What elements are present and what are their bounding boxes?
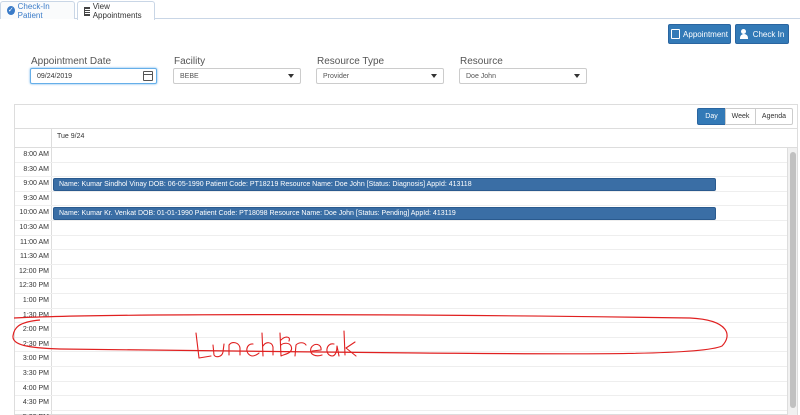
time-slot-row[interactable]: 3:30 PM — [15, 367, 787, 382]
time-slot-row[interactable]: 12:00 PM — [15, 264, 787, 280]
time-gutter-header — [15, 129, 52, 147]
time-label: 8:30 AM — [15, 162, 52, 177]
calendar-check-icon — [671, 29, 681, 39]
resource-label: Resource — [460, 56, 503, 67]
appointment-date-label: Appointment Date — [31, 56, 112, 67]
time-slot-row[interactable]: 3:00 PM — [15, 352, 787, 367]
time-label: 12:30 PM — [15, 279, 52, 293]
time-label: 4:00 PM — [15, 381, 52, 396]
facility-value: BEBE — [180, 72, 199, 80]
time-label: 10:30 AM — [15, 221, 52, 235]
time-label: 10:00 AM — [15, 206, 52, 220]
appointment-event[interactable]: Name: Kumar Kr. Venkat DOB: 01-01-1990 P… — [53, 207, 716, 221]
time-slot-row[interactable]: 10:30 AM — [15, 221, 787, 236]
facility-label: Facility — [174, 56, 206, 67]
view-switcher: Day Week Agenda — [697, 108, 793, 125]
time-label: 9:30 AM — [15, 191, 52, 206]
view-week-button[interactable]: Week — [725, 108, 756, 125]
calendar-toolbar: Day Week Agenda — [15, 105, 797, 129]
calendar: Day Week Agenda Tue 9/24 8:00 AM 8:30 AM 9… — [14, 104, 798, 415]
time-label: 2:00 PM — [15, 323, 52, 337]
chevron-down-icon — [288, 74, 294, 78]
time-slot-row[interactable]: 11:30 AM — [15, 250, 787, 265]
day-label: Tue 9/24 — [57, 133, 85, 140]
time-label: 12:00 PM — [15, 264, 52, 279]
time-label: 1:30 PM — [15, 308, 52, 323]
time-label: 5:00 PM — [15, 410, 52, 415]
time-slot-row[interactable]: 1:30 PM — [15, 308, 787, 324]
time-label: 11:30 AM — [15, 250, 52, 264]
tab-label: View Appointments — [92, 2, 142, 20]
time-slot-row[interactable]: 9:30 AM — [15, 191, 787, 207]
time-slot-row[interactable]: 11:00 AM — [15, 235, 787, 251]
facility-select[interactable]: BEBE — [173, 68, 301, 84]
time-label: 11:00 AM — [15, 235, 52, 250]
time-grid: 8:00 AM 8:30 AM 9:00 AM 9:30 AM 10:00 AM 10:3… — [15, 148, 797, 415]
view-day-button[interactable]: Day — [697, 108, 726, 125]
button-label: Appointment — [683, 29, 728, 39]
resource-value: Doe John — [466, 72, 496, 80]
time-slot-row[interactable]: 1:00 PM — [15, 294, 787, 309]
time-label: 3:30 PM — [15, 367, 52, 381]
time-slot-row[interactable]: 5:00 PM — [15, 410, 787, 415]
calendar-icon[interactable] — [143, 71, 153, 81]
time-label: 2:30 PM — [15, 337, 52, 352]
time-slot-row[interactable]: 8:30 AM — [15, 162, 787, 178]
time-label: 1:00 PM — [15, 294, 52, 308]
tab-label: Check-In Patient — [17, 1, 50, 20]
time-slot-row[interactable]: 2:30 PM — [15, 337, 787, 353]
chevron-down-icon — [574, 74, 580, 78]
time-slot-row[interactable]: 8:00 AM — [15, 148, 787, 163]
time-slot-row[interactable]: 2:00 PM — [15, 323, 787, 338]
tab-bar: ✓ Check-In Patient View Appointments — [0, 0, 800, 20]
time-slot-row[interactable]: 4:30 PM — [15, 396, 787, 411]
resource-type-label: Resource Type — [317, 56, 385, 67]
page: ✓ Check-In Patient View Appointments App… — [0, 0, 800, 415]
appointment-event[interactable]: Name: Kumar Sindhol Vinay DOB: 06-05-199… — [53, 178, 716, 192]
resource-type-value: Provider — [323, 72, 350, 80]
scrollbar-thumb[interactable] — [790, 152, 796, 408]
document-icon — [84, 6, 90, 16]
day-header: Tue 9/24 — [15, 129, 797, 148]
tab-check-in-patient[interactable]: ✓ Check-In Patient — [0, 1, 75, 20]
button-label: Check In — [752, 29, 785, 39]
chevron-down-icon — [431, 74, 437, 78]
view-agenda-button[interactable]: Agenda — [755, 108, 793, 125]
time-label: 3:00 PM — [15, 352, 52, 366]
check-circle-icon: ✓ — [7, 6, 15, 15]
appointment-date-input[interactable]: 09/24/2019 — [30, 68, 157, 84]
time-label: 4:30 PM — [15, 396, 52, 410]
time-slot-row[interactable]: 12:30 PM — [15, 279, 787, 294]
tab-view-appointments[interactable]: View Appointments — [77, 1, 155, 20]
user-check-icon — [739, 29, 750, 39]
resource-select[interactable]: Doe John — [459, 68, 587, 84]
time-label: 8:00 AM — [15, 148, 52, 162]
new-appointment-button[interactable]: Appointment — [668, 24, 731, 44]
time-label: 9:00 AM — [15, 177, 52, 191]
resource-type-select[interactable]: Provider — [316, 68, 444, 84]
scrollbar[interactable] — [787, 148, 797, 415]
date-value: 09/24/2019 — [37, 72, 73, 80]
check-in-button[interactable]: Check In — [735, 24, 789, 44]
time-slot-row[interactable]: 4:00 PM — [15, 381, 787, 397]
